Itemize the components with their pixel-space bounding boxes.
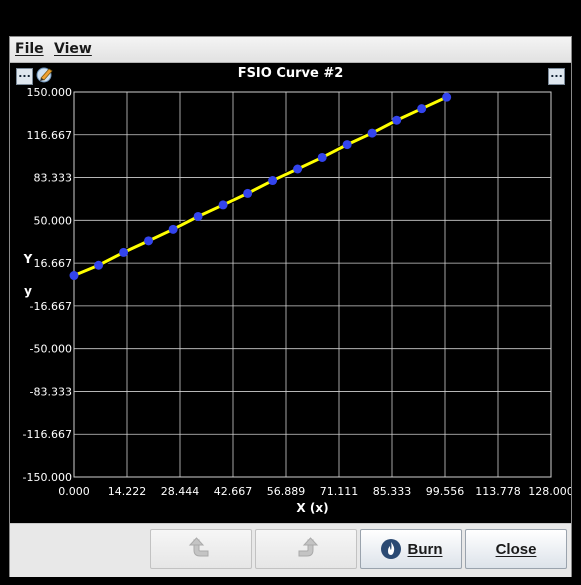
y-tick-label: 83.333 [34,172,73,185]
curve-point [144,236,154,246]
flame-icon [380,539,401,559]
x-tick-label: 113.778 [475,485,521,498]
curve-point [442,92,452,102]
x-tick-label: 42.667 [214,485,253,498]
curve-editor-window: File View ... FSIO Curve #2 ... 0.000 14.… [9,36,572,577]
button-bar: Burn Close [10,523,571,577]
plot-area [73,91,552,478]
y-axis-label: y [24,284,32,298]
y-tick-label: -16.667 [30,300,72,313]
curve-point [69,271,79,281]
curve-point [367,128,377,138]
x-tick-label: 85.333 [373,485,412,498]
x-tick-label: 99.556 [426,485,465,498]
burn-button[interactable]: Burn [360,529,462,569]
y-tick-label: 116.667 [27,129,73,142]
y-axis-label: Y [23,252,33,266]
close-label: Close [495,540,537,558]
curve-point [342,140,352,150]
undo-icon [188,537,209,557]
redo-icon [298,537,319,557]
curve-chart[interactable]: 0.000 14.222 28.444 42.667 56.889 71.111 85.33… [10,37,571,523]
curve-point [193,211,203,221]
curve-point [293,164,303,174]
x-tick-label: 28.444 [161,485,200,498]
x-tick-label: 128.000 [528,485,571,498]
x-tick-label: 0.000 [58,485,90,498]
curve-point [94,260,104,270]
y-tick-label: -50.000 [30,343,72,356]
y-tick-label: -83.333 [30,385,72,398]
close-button[interactable]: Close [465,529,567,569]
x-axis-label: X (x) [296,501,328,515]
curve-point [243,188,253,198]
undo-button[interactable] [150,529,252,569]
curve-point [168,224,178,234]
x-tick-label: 14.222 [108,485,147,498]
y-tick-label: 150.000 [27,86,73,99]
curve-point [218,200,228,210]
redo-button[interactable] [255,529,357,569]
curve-point [268,176,278,186]
x-tick-label: 56.889 [267,485,306,498]
curve-point [119,247,129,257]
y-tick-label: 16.667 [34,257,73,270]
burn-label: Burn [407,540,443,558]
x-tick-label: 71.111 [320,485,359,498]
curve-point [317,152,327,162]
curve-point [417,104,427,114]
y-tick-label: -116.667 [23,428,72,441]
curve-point [392,115,402,125]
y-tick-label: -150.000 [23,471,72,484]
y-tick-label: 50.000 [34,214,73,227]
